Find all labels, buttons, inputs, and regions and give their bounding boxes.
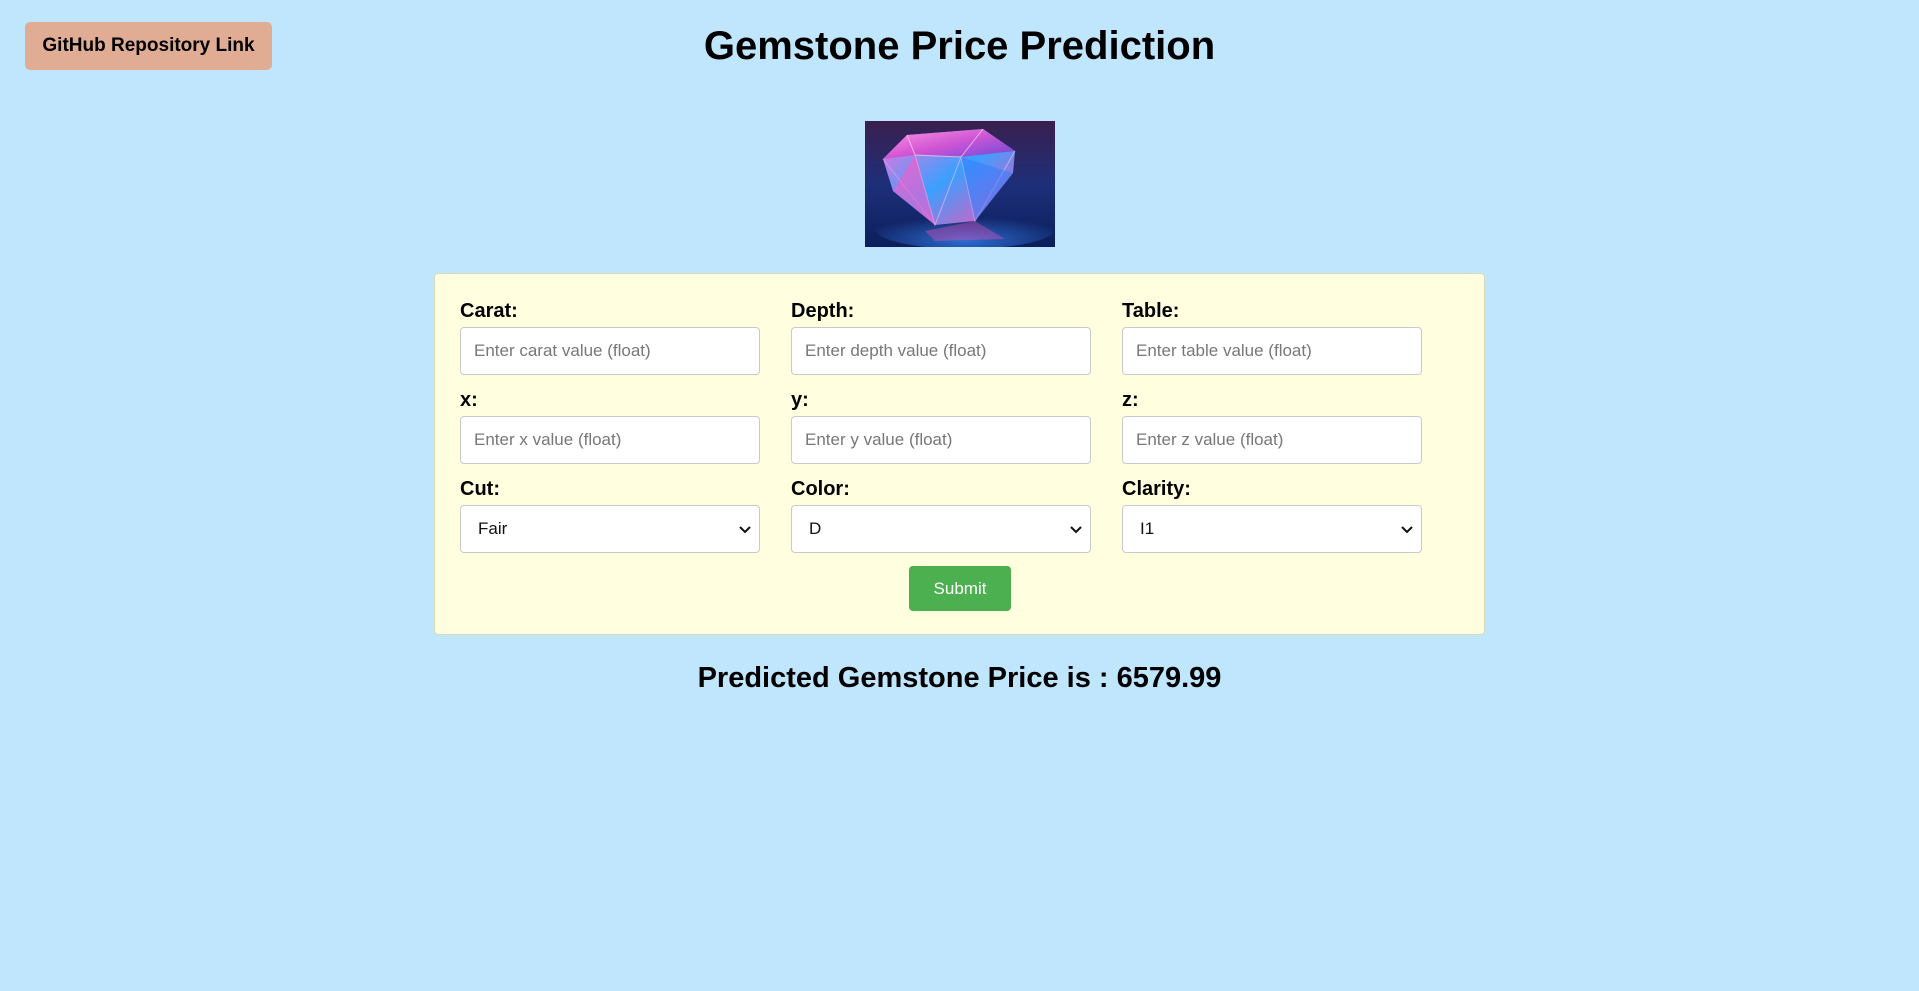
depth-label: Depth:	[791, 300, 855, 322]
y-input[interactable]	[791, 416, 1091, 464]
prediction-form: Carat: Depth: Table: x: y: z: Cut: Fair …	[434, 273, 1485, 635]
predicted-price-result: Predicted Gemstone Price is : 6579.99	[697, 662, 1222, 694]
page-title: Gemstone Price Prediction	[703, 24, 1216, 68]
carat-input[interactable]	[460, 327, 760, 375]
chevron-down-icon	[1070, 526, 1082, 534]
color-label: Color:	[791, 478, 850, 500]
depth-input[interactable]	[791, 327, 1091, 375]
table-input[interactable]	[1122, 327, 1422, 375]
cut-label: Cut:	[460, 478, 500, 500]
z-input[interactable]	[1122, 416, 1422, 464]
color-selected-value: D	[809, 519, 822, 538]
x-input[interactable]	[460, 416, 760, 464]
pink-diamond-image	[865, 121, 1055, 247]
clarity-select[interactable]: I1	[1122, 505, 1422, 553]
color-select[interactable]: D	[791, 505, 1091, 553]
z-label: z:	[1122, 389, 1139, 411]
submit-button[interactable]: Submit	[909, 566, 1011, 611]
page: GitHub Repository Link Gemstone Price Pr…	[0, 0, 1919, 991]
cut-select[interactable]: Fair	[460, 505, 760, 553]
clarity-selected-value: I1	[1140, 519, 1155, 538]
carat-label: Carat:	[460, 300, 518, 322]
chevron-down-icon	[1401, 526, 1413, 534]
clarity-label: Clarity:	[1122, 478, 1191, 500]
cut-selected-value: Fair	[478, 519, 508, 538]
chevron-down-icon	[739, 526, 751, 534]
x-label: x:	[460, 389, 478, 411]
y-label: y:	[791, 389, 809, 411]
table-label: Table:	[1122, 300, 1180, 322]
